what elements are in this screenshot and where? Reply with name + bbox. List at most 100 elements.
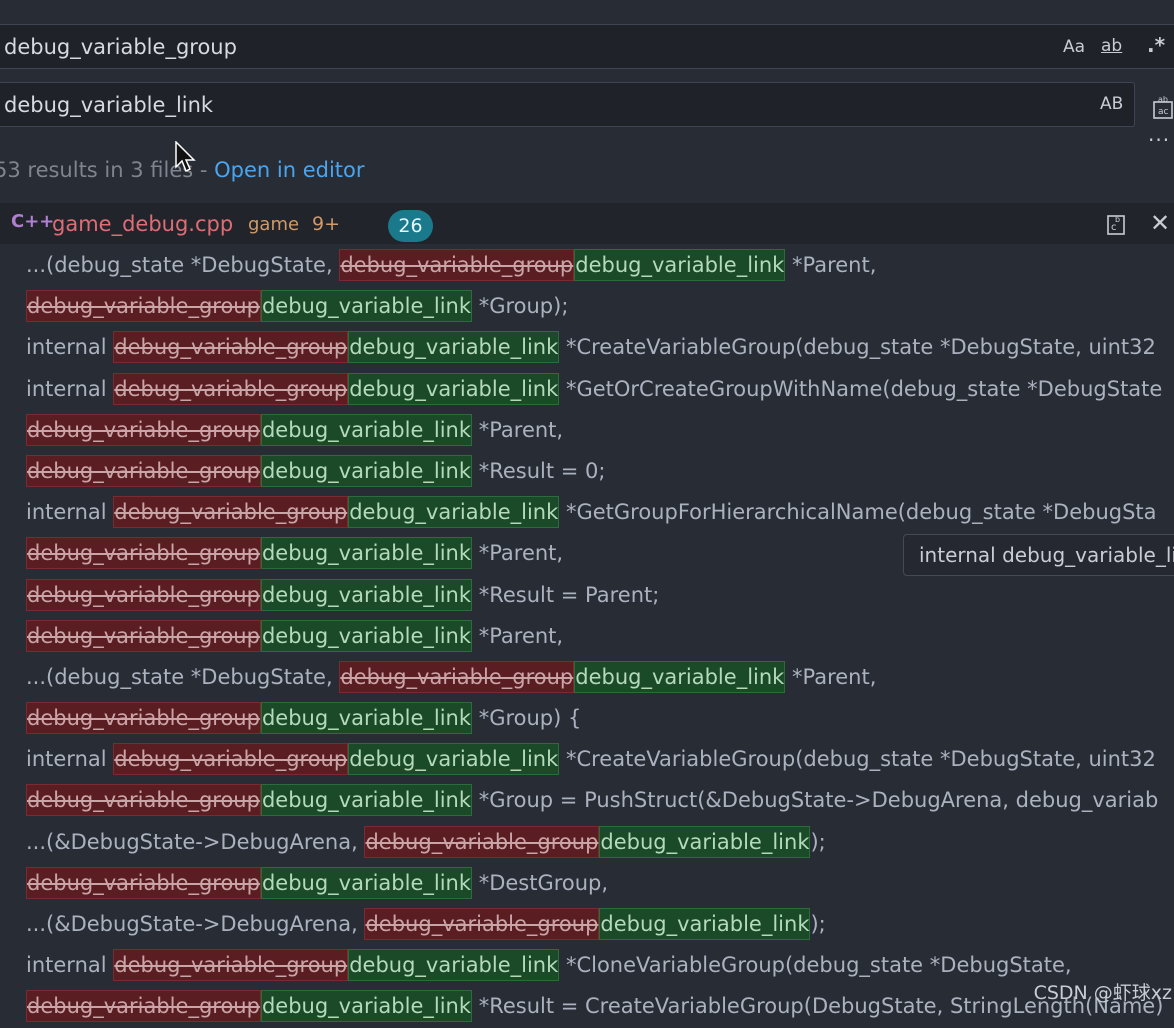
result-row[interactable]: ...(debug_state *DebugState, debug_varia… <box>26 245 1163 286</box>
result-row[interactable]: debug_variable_groupdebug_variable_link … <box>26 863 1163 904</box>
result-prefix: internal <box>26 335 114 360</box>
removed-match: debug_variable_group <box>26 454 261 487</box>
replace-in-file-icon[interactable]: cb <box>1106 210 1126 241</box>
inserted-replacement: debug_variable_link <box>599 908 811 940</box>
result-row[interactable]: debug_variable_groupdebug_variable_link … <box>26 616 1163 657</box>
removed-match: debug_variable_group <box>26 578 261 611</box>
result-row[interactable]: debug_variable_groupdebug_variable_link … <box>26 286 1163 327</box>
regex-toggle[interactable]: .* <box>1147 33 1165 57</box>
result-suffix: *GetOrCreateGroupWithName(debug_state *D… <box>559 376 1163 401</box>
removed-match: debug_variable_group <box>26 702 261 735</box>
open-in-editor-link[interactable]: Open in editor <box>214 158 364 182</box>
result-row[interactable]: internal debug_variable_groupdebug_varia… <box>26 327 1163 368</box>
svg-text:ab: ab <box>1158 95 1168 104</box>
result-suffix: *Parent, <box>472 541 564 566</box>
result-suffix: *Parent, <box>472 623 564 648</box>
removed-match: debug_variable_group <box>113 496 349 529</box>
result-prefix: internal <box>26 376 114 401</box>
result-suffix: *Parent, <box>785 253 877 277</box>
svg-text:ac: ac <box>1158 107 1169 117</box>
result-prefix: ...(debug_state *DebugState, <box>26 664 340 689</box>
dismiss-file-icon[interactable]: ✕ <box>1150 209 1170 237</box>
whole-word-toggle[interactable]: ab <box>1101 36 1122 56</box>
removed-match: debug_variable_group <box>26 619 261 652</box>
result-prefix: ...(debug_state *DebugState, <box>26 253 340 277</box>
inserted-replacement: debug_variable_link <box>260 537 473 570</box>
match-count-badge: 26 <box>388 210 433 242</box>
match-case-toggle[interactable]: Aa <box>1063 37 1085 57</box>
removed-match: debug_variable_group <box>26 290 261 323</box>
removed-match: debug_variable_group <box>26 784 261 817</box>
inserted-replacement: debug_variable_link <box>348 743 560 776</box>
result-row[interactable]: debug_variable_groupdebug_variable_link … <box>26 410 1163 451</box>
inserted-replacement: debug_variable_link <box>260 454 473 487</box>
result-suffix: *Parent, <box>785 664 877 689</box>
result-prefix: ...(&DebugState->DebugArena, <box>26 829 365 854</box>
inserted-replacement: debug_variable_link <box>348 372 560 405</box>
result-row[interactable]: ...(&DebugState->DebugArena, debug_varia… <box>26 822 1163 863</box>
result-suffix: *CloneVariableGroup(debug_state *DebugSt… <box>559 953 1072 978</box>
result-row[interactable]: internal debug_variable_groupdebug_varia… <box>26 492 1163 533</box>
replace-input[interactable]: debug_variable_link <box>4 93 213 117</box>
inserted-replacement: debug_variable_link <box>260 619 473 652</box>
result-suffix: *Result = 0; <box>472 458 606 483</box>
watermark: CSDN @虾球xz <box>1033 982 1172 1004</box>
inserted-replacement: debug_variable_link <box>260 784 473 817</box>
file-result-header[interactable]: C++ game_debug.cpp game 9+ 26 cb ✕ <box>0 203 1174 244</box>
results-list: ...(debug_state *DebugState, debug_varia… <box>26 245 1163 1028</box>
mouse-cursor-icon <box>175 141 196 173</box>
result-suffix: *CreateVariableGroup(debug_state *DebugS… <box>559 335 1156 360</box>
result-row[interactable]: ...(&DebugState->DebugArena, debug_varia… <box>26 904 1163 945</box>
inserted-replacement: debug_variable_link <box>260 990 473 1023</box>
inserted-replacement: debug_variable_link <box>574 660 786 693</box>
removed-match: debug_variable_group <box>113 743 349 776</box>
removed-match: debug_variable_group <box>339 660 575 693</box>
result-prefix: internal <box>26 747 114 772</box>
result-row[interactable]: debug_variable_groupdebug_variable_link … <box>26 986 1163 1027</box>
replace-all-icon[interactable]: ab ac <box>1152 94 1174 125</box>
inserted-replacement: debug_variable_link <box>260 702 473 735</box>
removed-match: debug_variable_group <box>364 908 600 940</box>
result-suffix: *Group) { <box>472 706 582 731</box>
find-input[interactable]: debug_variable_group <box>4 35 237 59</box>
inserted-replacement: debug_variable_link <box>348 949 560 982</box>
removed-match: debug_variable_group <box>364 825 600 858</box>
inserted-replacement: debug_variable_link <box>348 331 560 364</box>
result-prefix: internal <box>26 953 114 978</box>
result-row[interactable]: internal debug_variable_groupdebug_varia… <box>26 945 1163 986</box>
inserted-replacement: debug_variable_link <box>348 496 560 529</box>
result-row[interactable]: internal debug_variable_groupdebug_varia… <box>26 369 1163 410</box>
more-actions-icon[interactable]: ··· <box>1148 128 1170 152</box>
inserted-replacement: debug_variable_link <box>260 290 473 323</box>
replace-field[interactable]: debug_variable_link AB <box>0 82 1135 127</box>
result-row[interactable]: debug_variable_groupdebug_variable_link … <box>26 698 1163 739</box>
inserted-replacement: debug_variable_link <box>599 825 811 858</box>
result-suffix: *DestGroup, <box>472 870 609 895</box>
result-suffix: *Result = Parent; <box>472 582 660 607</box>
result-suffix: *Group); <box>472 294 569 319</box>
result-suffix: *Parent, <box>472 417 564 442</box>
result-row[interactable]: debug_variable_groupdebug_variable_link … <box>26 575 1163 616</box>
inserted-replacement: debug_variable_link <box>260 578 473 611</box>
inserted-replacement: debug_variable_link <box>260 413 473 446</box>
result-suffix: *Group = PushStruct(&DebugState->DebugAr… <box>472 788 1159 813</box>
result-row[interactable]: debug_variable_groupdebug_variable_link … <box>26 451 1163 492</box>
hover-tooltip: internal debug_variable_lin <box>903 534 1174 576</box>
preserve-case-toggle[interactable]: AB <box>1100 94 1123 114</box>
removed-match: debug_variable_group <box>26 990 261 1023</box>
removed-match: debug_variable_group <box>26 866 261 899</box>
removed-match: debug_variable_group <box>339 249 575 281</box>
inserted-replacement: debug_variable_link <box>260 866 473 899</box>
file-name[interactable]: game_debug.cpp <box>52 212 233 236</box>
result-row[interactable]: internal debug_variable_groupdebug_varia… <box>26 739 1163 780</box>
result-prefix: ...(&DebugState->DebugArena, <box>26 912 365 936</box>
find-field[interactable]: debug_variable_group Aa ab .* <box>0 24 1174 69</box>
result-row[interactable]: debug_variable_groupdebug_variable_link … <box>26 780 1163 821</box>
inserted-replacement: debug_variable_link <box>574 249 786 281</box>
removed-match: debug_variable_group <box>113 949 349 982</box>
svg-text:b: b <box>1115 215 1120 224</box>
result-suffix: ); <box>810 829 826 854</box>
removed-match: debug_variable_group <box>26 537 261 570</box>
result-row[interactable]: ...(debug_state *DebugState, debug_varia… <box>26 657 1163 698</box>
problems-count: 9+ <box>312 213 341 235</box>
